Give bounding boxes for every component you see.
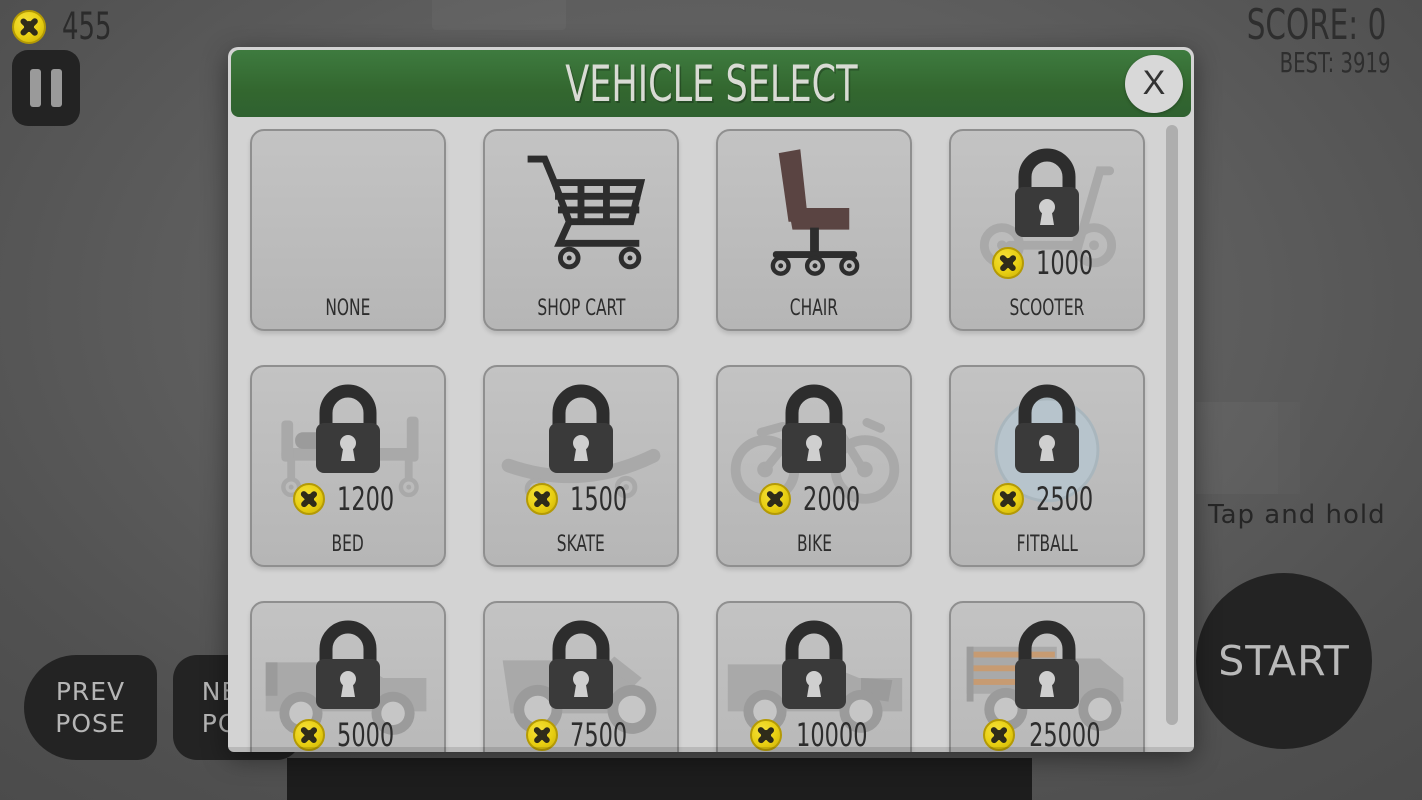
vehicle-card[interactable]: CHAIR [716, 129, 912, 331]
prev-pose-button[interactable]: PREV POSE [24, 655, 157, 760]
vehicle-price-value: 2000 [803, 480, 861, 518]
scoreboard: SCORE: 0 BEST: 3919 [1227, 4, 1406, 79]
chair-icon [718, 135, 910, 283]
lock-icon-svg [549, 384, 613, 473]
dialog-bottom-edge [228, 747, 1194, 752]
vehicle-price: 2500 [951, 483, 1143, 515]
vehicle-price-value: 1000 [1036, 244, 1094, 282]
coin-counter: 455 [12, 8, 119, 45]
start-button[interactable]: START [1196, 573, 1372, 749]
lock-icon [537, 619, 625, 715]
lock-icon-svg [1015, 384, 1079, 473]
coin-amount: 455 [61, 5, 112, 48]
vehicle-card[interactable]: 1500 SKATE [483, 365, 679, 567]
coin-icon [992, 483, 1025, 515]
lock-icon-svg [1015, 148, 1079, 237]
coin-icon [293, 483, 326, 515]
dialog-body: NONE SHOP CART CHAIR 1000 SCOOTER 1200 B… [228, 117, 1194, 752]
vehicle-name-label: NONE [325, 296, 371, 321]
lock-icon [770, 619, 858, 715]
coin-icon [992, 247, 1025, 279]
background-prop-right [1196, 402, 1278, 494]
vehicle-price: 1000 [951, 247, 1143, 279]
dialog-scrollbar-thumb[interactable] [1166, 125, 1178, 725]
lock-icon [770, 383, 858, 479]
vehicle-name-label: BED [331, 532, 365, 557]
vehicle-card[interactable]: SHOP CART [483, 129, 679, 331]
tap-and-hold-hint: Tap and hold [1208, 500, 1386, 530]
dialog-title: VEHICLE SELECT [564, 54, 858, 113]
vehicle-price-value: 1200 [337, 480, 395, 518]
coin-icon [12, 9, 46, 44]
coin-icon [526, 483, 559, 515]
lock-icon [1003, 383, 1091, 479]
lock-icon-svg [316, 384, 380, 473]
best-score-label: BEST: 3919 [1279, 46, 1391, 79]
cart-icon [485, 135, 677, 283]
lock-icon [304, 619, 392, 715]
vehicle-card[interactable]: 2500 FITBALL [949, 365, 1145, 567]
vehicle-name-label: SKATE [556, 532, 606, 557]
close-icon: X [1142, 64, 1166, 102]
vehicle-price-value: 2500 [1036, 480, 1094, 518]
vehicle-name-label: CHAIR [789, 296, 839, 321]
vehicle-card[interactable]: 1000 SCOOTER [949, 129, 1145, 331]
vehicle-price-value: 1500 [570, 480, 628, 518]
pause-button[interactable] [12, 50, 80, 126]
vehicle-name-label: SCOOTER [1009, 296, 1085, 321]
lock-icon-svg [1015, 620, 1079, 709]
dialog-scrollbar[interactable] [1164, 125, 1180, 739]
close-button[interactable]: X [1125, 54, 1183, 113]
vehicle-card[interactable]: 2000 BIKE [716, 365, 912, 567]
lock-icon-svg [549, 620, 613, 709]
vehicle-name-label: FITBALL [1016, 532, 1078, 557]
lock-icon [537, 383, 625, 479]
prev-pose-label-line1: PREV [55, 677, 126, 707]
lock-icon [1003, 619, 1091, 715]
score-label: SCORE: 0 [1246, 0, 1387, 49]
lock-icon [1003, 147, 1091, 243]
vehicle-price: 1200 [252, 483, 444, 515]
vehicle-price: 2000 [718, 483, 910, 515]
vehicle-card[interactable]: 10000 [716, 601, 912, 752]
vehicle-card[interactable]: 7500 [483, 601, 679, 752]
pause-icon-bar-left [30, 69, 41, 107]
lock-icon-svg [782, 620, 846, 709]
vehicle-card[interactable]: 5000 [250, 601, 446, 752]
background-prop-top [432, 0, 566, 30]
prev-pose-label-line2: POSE [55, 708, 126, 738]
scene-floor [287, 758, 1032, 800]
vehicle-name-label: SHOP CART [536, 296, 626, 321]
none-icon [252, 135, 444, 283]
vehicle-name-label: BIKE [796, 532, 832, 557]
vehicle-grid: NONE SHOP CART CHAIR 1000 SCOOTER 1200 B… [250, 129, 1154, 752]
vehicle-select-dialog: VEHICLE SELECT X NONE SHOP CART CHAIR 10… [228, 47, 1194, 752]
coin-icon [759, 483, 792, 515]
vehicle-card[interactable]: 25000 [949, 601, 1145, 752]
start-button-label: START [1218, 637, 1350, 685]
lock-icon-svg [316, 620, 380, 709]
vehicle-card[interactable]: NONE [250, 129, 446, 331]
dialog-header: VEHICLE SELECT X [231, 50, 1191, 117]
background-prop-right-2 [1278, 402, 1300, 494]
lock-icon [304, 383, 392, 479]
lock-icon-svg [782, 384, 846, 473]
vehicle-card[interactable]: 1200 BED [250, 365, 446, 567]
pause-icon-bar-right [51, 69, 62, 107]
vehicle-price: 1500 [485, 483, 677, 515]
